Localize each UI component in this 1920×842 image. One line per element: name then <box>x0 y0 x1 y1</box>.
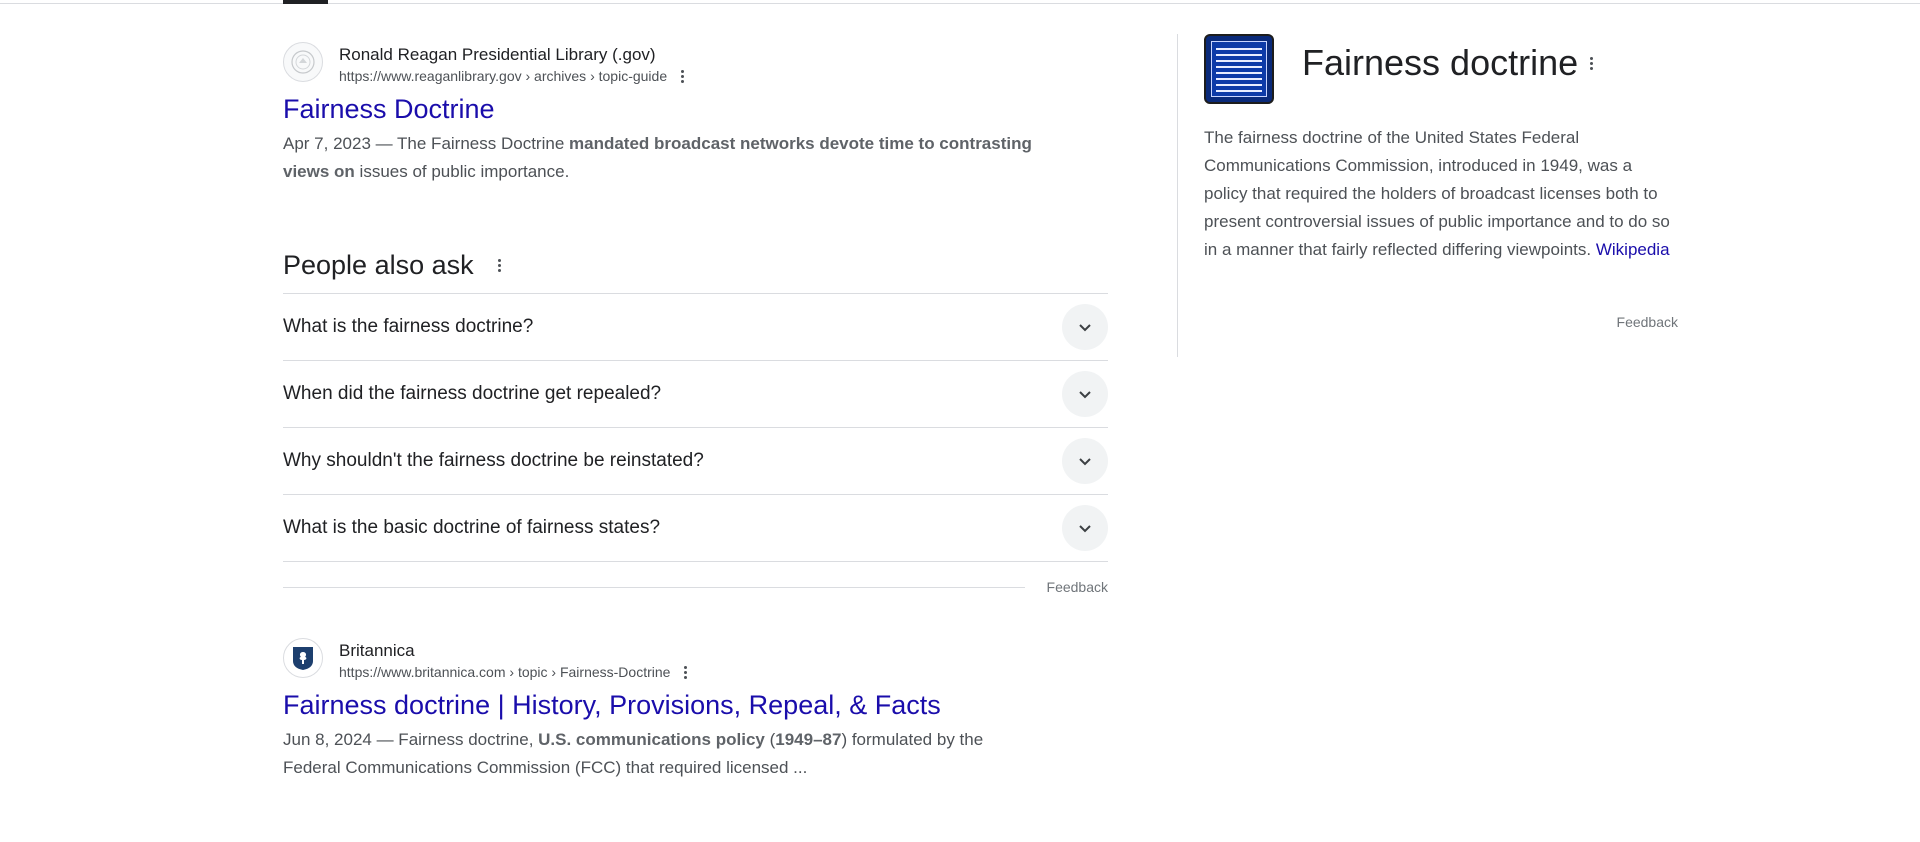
paa-question[interactable]: Why shouldn't the fairness doctrine be r… <box>283 428 1108 495</box>
chevron-down-icon[interactable] <box>1062 304 1108 350</box>
snippet-text: — The Fairness Doctrine <box>370 134 569 153</box>
snippet-highlight: U.S. communications policy <box>538 730 765 749</box>
britannica-thistle-icon <box>283 638 323 678</box>
feedback-link[interactable]: Feedback <box>1617 314 1678 330</box>
site-name: Britannica <box>339 641 415 660</box>
result-snippet: Apr 7, 2023 — The Fairness Doctrine mand… <box>283 130 1043 186</box>
kp-source-link[interactable]: Wikipedia <box>1596 240 1670 259</box>
snippet-text: — Fairness doctrine, <box>371 730 539 749</box>
result-snippet: Jun 8, 2024 — Fairness doctrine, U.S. co… <box>283 726 1043 782</box>
paa-question-text: What is the basic doctrine of fairness s… <box>283 517 661 538</box>
snippet-highlight: 1949–87 <box>775 730 842 749</box>
paa-question[interactable]: What is the fairness doctrine? <box>283 294 1108 361</box>
search-result: Ronald Reagan Presidential Library (.gov… <box>283 42 1083 186</box>
snippet-date: Jun 8, 2024 <box>283 730 372 749</box>
kp-title: Fairness doctrine <box>1302 42 1579 83</box>
kp-heading: Fairness doctrine <box>1302 42 1594 84</box>
more-options-icon[interactable] <box>681 68 685 85</box>
snippet-text: issues of public importance. <box>354 162 570 181</box>
site-url-text: https://www.reaganlibrary.gov › archives… <box>339 68 668 84</box>
site-url: https://www.reaganlibrary.gov › archives… <box>339 66 685 86</box>
feedback-link[interactable]: Feedback <box>1047 579 1108 595</box>
seal-icon <box>283 42 323 82</box>
paa-question-text: What is the fairness doctrine? <box>283 316 534 337</box>
paa-heading: People also ask <box>283 245 1108 285</box>
result-source[interactable]: Ronald Reagan Presidential Library (.gov… <box>283 42 1083 86</box>
result-source[interactable]: Britannica https://www.britannica.com › … <box>283 638 1083 682</box>
chevron-down-icon[interactable] <box>1062 505 1108 551</box>
site-name: Ronald Reagan Presidential Library (.gov… <box>339 45 656 64</box>
paa-question-text: Why shouldn't the fairness doctrine be r… <box>283 450 704 471</box>
more-options-icon[interactable] <box>684 664 688 681</box>
more-options-icon[interactable] <box>1590 55 1594 72</box>
fairness-doctrine-poster-thumbnail[interactable] <box>1204 34 1274 104</box>
more-options-icon[interactable] <box>497 257 502 274</box>
kp-description: The fairness doctrine of the United Stat… <box>1204 124 1674 264</box>
site-url-text: https://www.britannica.com › topic › Fai… <box>339 664 671 680</box>
site-url: https://www.britannica.com › topic › Fai… <box>339 662 688 682</box>
paa-footer: Feedback <box>283 562 1108 610</box>
result-title-link[interactable]: Fairness doctrine | History, Provisions,… <box>283 688 1083 722</box>
active-tab-indicator <box>283 0 328 4</box>
knowledge-panel: Fairness doctrine The fairness doctrine … <box>1177 34 1678 357</box>
paa-question-text: When did the fairness doctrine get repea… <box>283 383 662 404</box>
paa-list: What is the fairness doctrine? When did … <box>283 293 1108 562</box>
snippet-date: Apr 7, 2023 <box>283 134 371 153</box>
result-title-link[interactable]: Fairness Doctrine <box>283 92 1083 126</box>
divider <box>283 587 1025 588</box>
chevron-down-icon[interactable] <box>1062 438 1108 484</box>
chevron-down-icon[interactable] <box>1062 371 1108 417</box>
people-also-ask: People also ask What is the fairness doc… <box>283 245 1108 610</box>
paa-question[interactable]: What is the basic doctrine of fairness s… <box>283 495 1108 562</box>
paa-title: People also ask <box>283 250 474 280</box>
paa-question[interactable]: When did the fairness doctrine get repea… <box>283 361 1108 428</box>
snippet-text: ( <box>764 730 776 749</box>
search-result: Britannica https://www.britannica.com › … <box>283 638 1083 782</box>
